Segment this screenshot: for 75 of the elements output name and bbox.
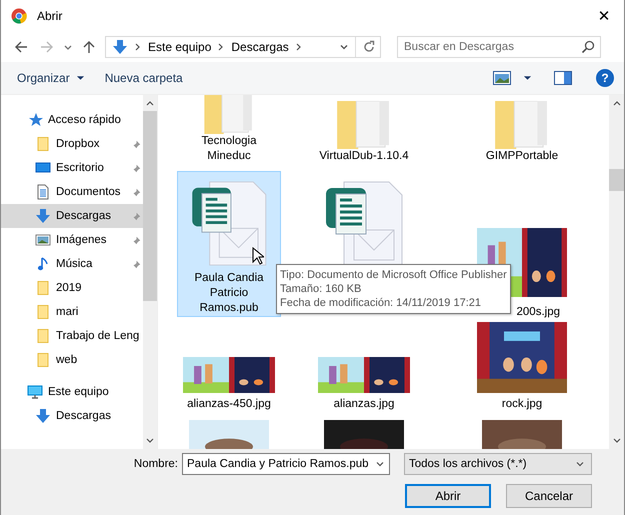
download-arrow-icon [112, 39, 128, 55]
window-title: Abrir [37, 9, 64, 23]
file-name: GIMPPortable [484, 149, 560, 164]
file-name: alianzas.jpg [332, 397, 396, 412]
sidebar-item[interactable]: Documentos [1, 180, 143, 204]
sidebar-item[interactable]: Música [1, 252, 143, 276]
new-folder-button[interactable]: Nueva carpeta [100, 69, 187, 87]
scroll-up-icon[interactable] [145, 99, 155, 107]
scrollbar[interactable] [143, 95, 157, 449]
scrollbar-thumb[interactable] [609, 169, 624, 191]
sidebar-item[interactable]: Descargas [1, 404, 143, 428]
pane-icon[interactable] [554, 71, 572, 85]
file-name-field[interactable]: Paula Candia y Patricio Ramos.pub [182, 453, 390, 475]
organize-menu-button[interactable]: Organizar [13, 69, 89, 87]
landscape-icon[interactable] [493, 71, 511, 85]
folder-icon [35, 280, 51, 296]
search-field[interactable]: Buscar en Descargas [397, 36, 601, 58]
chevron-down-icon [575, 459, 585, 469]
sidebar-item[interactable]: Este equipo [1, 380, 143, 404]
doc-icon [35, 184, 51, 200]
folder-icon [35, 304, 51, 320]
chevron-right-icon [217, 42, 226, 52]
breadcrumb[interactable]: Descargas [231, 40, 289, 54]
scroll-down-icon[interactable] [612, 437, 622, 445]
file-name: Paula Candia Patricio Ramos.pub [193, 271, 265, 316]
image-icon [35, 232, 51, 248]
search-icon [581, 40, 595, 54]
sidebar-item[interactable]: mari [1, 300, 143, 324]
sidebar-item[interactable]: web [1, 348, 143, 372]
breadcrumb[interactable]: Este equipo [148, 40, 212, 54]
file-name-label: Nombre: [134, 458, 178, 470]
download-icon [35, 408, 51, 424]
chevron-right-icon [294, 42, 303, 52]
up-arrow-icon[interactable] [82, 40, 96, 54]
folder-icon [35, 136, 51, 152]
folder-icon [35, 352, 51, 368]
help-button[interactable]: ? [596, 69, 614, 87]
sidebar-item[interactable]: Acceso rápido [1, 108, 143, 132]
cancel-button[interactable]: Cancelar [506, 484, 592, 508]
file-name: Tecnologia Mineduc [200, 134, 258, 164]
close-button[interactable]: ✕ [584, 1, 624, 31]
sidebar-item[interactable]: Trabajo de Leng [1, 324, 143, 348]
file-name: 200s.jpg [516, 305, 560, 320]
file-name: rock.jpg [500, 397, 544, 412]
file-name: alianzas-450.jpg [186, 397, 272, 412]
back-arrow-icon[interactable] [14, 40, 28, 54]
tooltip-text: Tipo: Documento de Microsoft Office Publisher [280, 268, 507, 282]
caret-down-icon [76, 75, 85, 81]
download-icon [35, 208, 51, 224]
sidebar-item[interactable]: 2019 [1, 276, 143, 300]
sidebar-item[interactable]: Dropbox [1, 132, 143, 156]
file-type-dropdown[interactable]: Todos los archivos (*.*) [404, 453, 592, 475]
scroll-down-icon[interactable] [145, 437, 155, 445]
sidebar-item[interactable]: Escritorio [1, 156, 143, 180]
open-button[interactable]: Abrir [405, 484, 491, 508]
file-name: VirtualDub-1.10.4 [318, 149, 410, 164]
address-bar[interactable]: Este equipo Descargas [105, 36, 381, 58]
folder-icon [35, 328, 51, 344]
sidebar-item[interactable]: Descargas [1, 204, 143, 228]
caret-down-icon[interactable] [523, 75, 532, 81]
chevron-down-icon[interactable] [375, 459, 385, 469]
browser-logo-icon [11, 8, 27, 24]
star-icon [27, 112, 43, 128]
chevron-right-icon [134, 42, 142, 52]
sidebar-item[interactable]: Imágenes [1, 228, 143, 252]
file-item[interactable]: Paula Candia Patricio Ramos.pub [177, 171, 281, 317]
pc-icon [27, 384, 43, 400]
scroll-up-icon[interactable] [612, 99, 622, 107]
mouse-pointer-icon [252, 247, 264, 265]
tooltip-text: Tamaño: 160 KB [280, 282, 362, 296]
tooltip-text: Fecha de modificación: 14/11/2019 17:21 [280, 296, 482, 310]
chevron-down-icon[interactable] [339, 42, 349, 52]
scrollbar-thumb[interactable] [143, 111, 157, 301]
scrollbar[interactable] [609, 95, 624, 449]
refresh-icon[interactable] [362, 40, 376, 54]
